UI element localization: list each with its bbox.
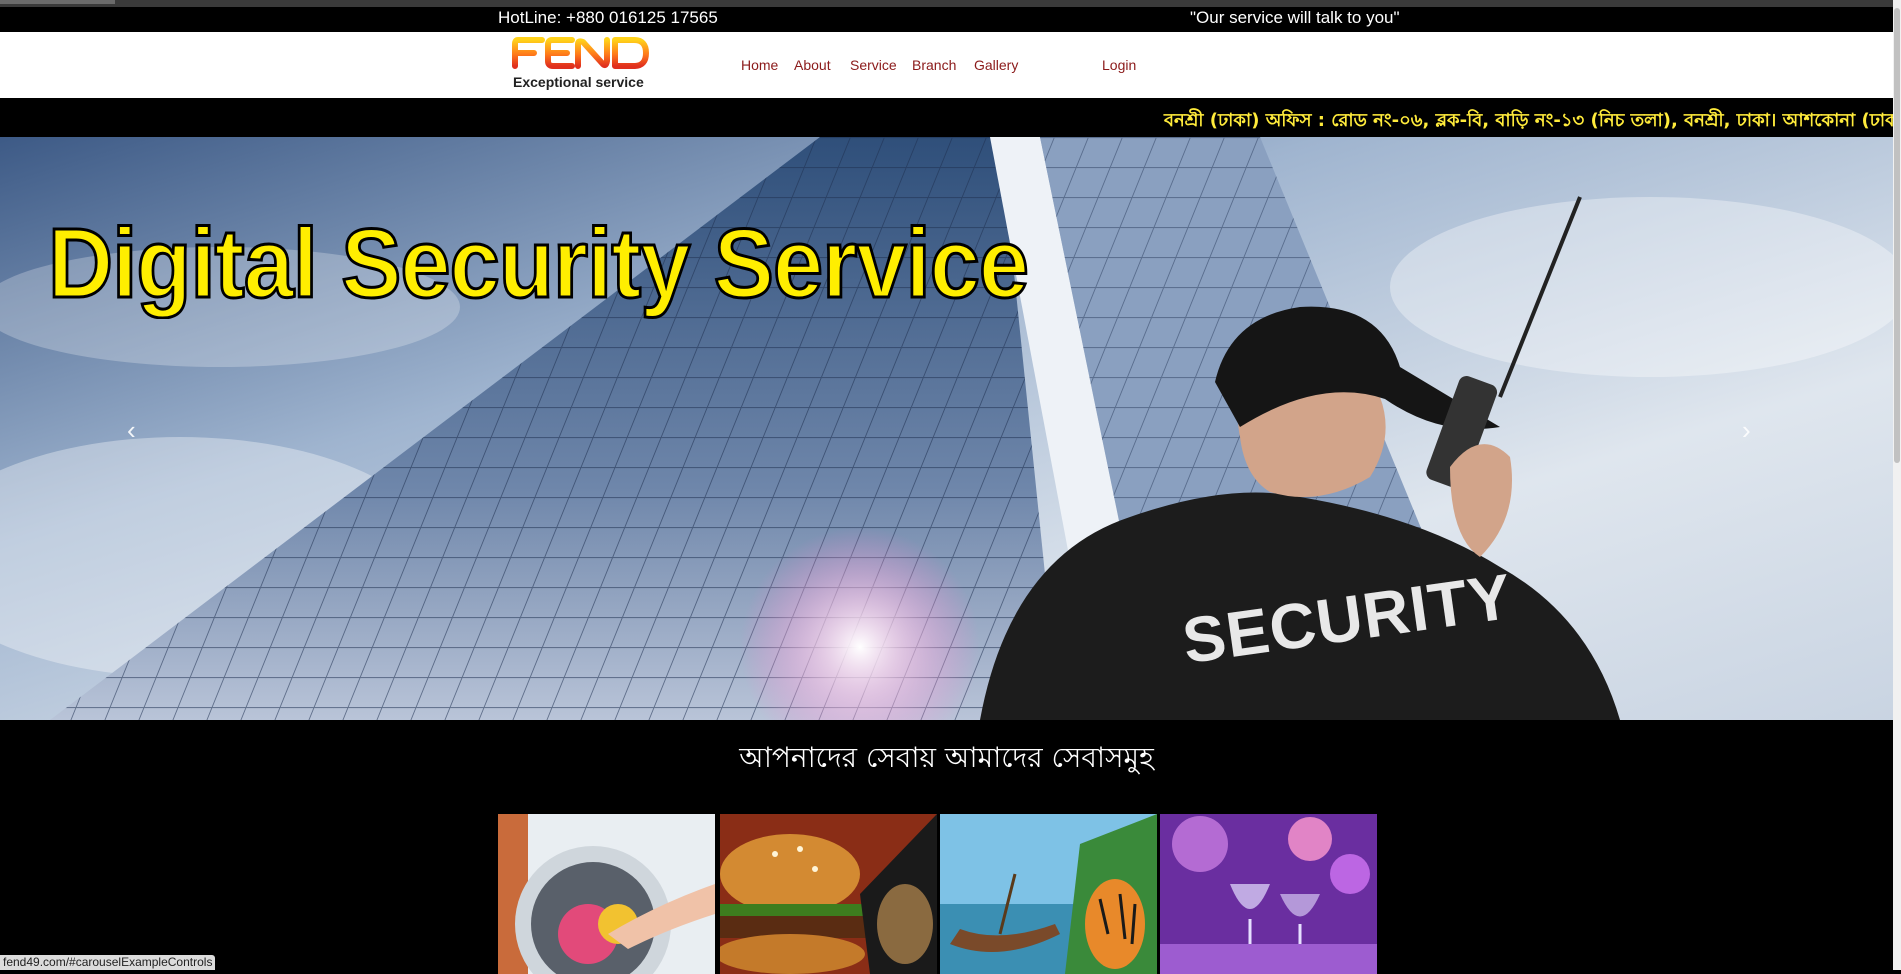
scrollbar-thumb[interactable] <box>1894 8 1900 463</box>
marquee-text: বনশ্রী (ঢাকা) অফিস : রোড নং-০৬, ব্লক-বি,… <box>1164 110 1893 131</box>
hotline-text: HotLine: +880 016125 17565 <box>498 8 718 27</box>
main-navbar: Exceptional service Home About Service B… <box>0 32 1893 98</box>
office-address-marquee: বনশ্রী (ঢাকা) অফিস : রোড নং-০৬, ব্লক-বি,… <box>0 98 1893 137</box>
slogan-text: "Our service will talk to you" <box>1190 8 1400 27</box>
tour-image <box>940 814 1157 974</box>
logo-tagline: Exceptional service <box>513 74 644 90</box>
tile-tour[interactable] <box>940 814 1157 974</box>
tile-food[interactable] <box>720 814 937 974</box>
nav-service[interactable]: Service <box>850 57 897 73</box>
site-logo[interactable]: Exceptional service <box>512 35 654 93</box>
nav-home[interactable]: Home <box>741 57 778 73</box>
chevron-right-icon[interactable]: › <box>1742 415 1751 446</box>
fend-logo-mark <box>512 37 649 69</box>
tile-laundry[interactable] <box>498 814 715 974</box>
services-heading: আপনাদের সেবায় আমাদের সেবাসমুহ <box>739 741 1154 774</box>
hero-title: Digital Security Service <box>47 207 1031 320</box>
food-image <box>720 814 937 974</box>
nav-about[interactable]: About <box>794 57 831 73</box>
top-info-bar: HotLine: +880 016125 17565 "Our service … <box>0 7 1893 32</box>
laundry-image <box>498 814 715 974</box>
nav-login[interactable]: Login <box>1102 57 1136 73</box>
hero-carousel: Digital Security Service SECURITY ‹ › <box>0 137 1893 720</box>
nav-gallery[interactable]: Gallery <box>974 57 1018 73</box>
event-image <box>1160 814 1377 974</box>
browser-status-url: fend49.com/#carouselExampleControls <box>0 955 216 970</box>
page-scrollbar[interactable] <box>1893 0 1901 970</box>
tile-event[interactable] <box>1160 814 1377 974</box>
nav-branch[interactable]: Branch <box>912 57 956 73</box>
chevron-left-icon[interactable]: ‹ <box>127 415 136 446</box>
browser-tab[interactable] <box>0 0 115 4</box>
browser-top-strip <box>0 0 1901 7</box>
